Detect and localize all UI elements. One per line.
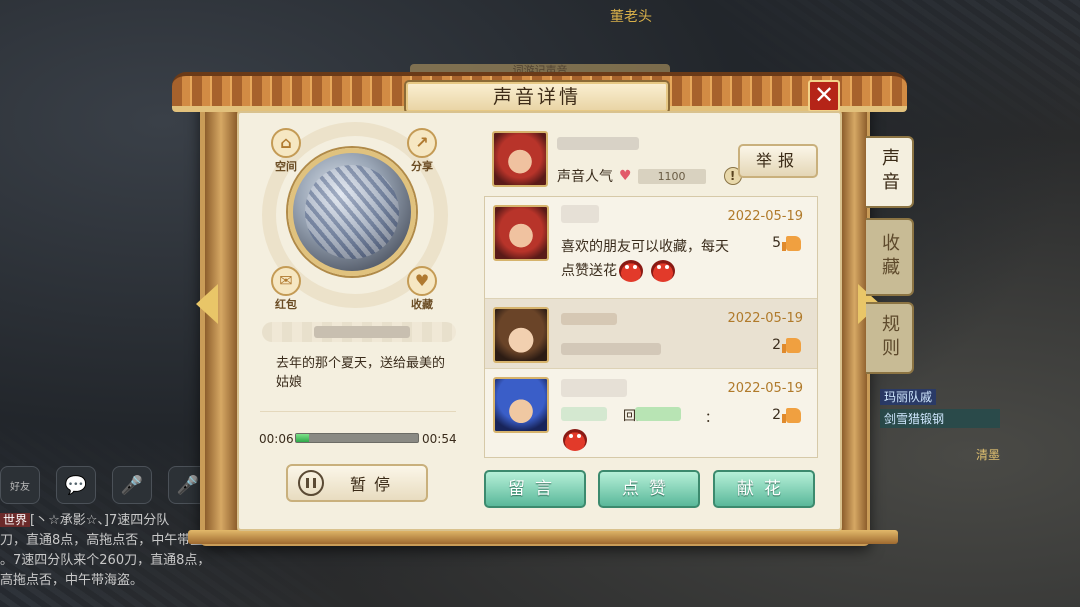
- tab-favorites[interactable]: 收藏: [866, 218, 914, 296]
- frame-pillar-right: [842, 110, 867, 535]
- flower-emoji-icon: [619, 260, 643, 282]
- comment-text-blurred: [635, 407, 681, 421]
- popularity-value: 1100: [637, 168, 706, 184]
- player-labels: 玛丽队戚 剑雪猎锻钢 清墨: [880, 388, 1001, 463]
- comment-text: 喜欢的朋友可以收藏，每天点赞送花: [561, 235, 739, 283]
- favorite-button[interactable]: ♥ 收藏: [402, 266, 442, 312]
- chat-icon[interactable]: 💬: [56, 466, 96, 504]
- popularity: 声音人气 ♥ 1100 !: [557, 166, 742, 186]
- comment-list[interactable]: 2022-05-19 喜欢的朋友可以收藏，每天点赞送花 5 2022-05-19…: [484, 196, 818, 458]
- pause-button[interactable]: 暂停: [286, 464, 428, 502]
- comment-text-blurred: [561, 407, 607, 421]
- comment-colon: ：: [705, 411, 719, 426]
- commenter-name-blurred: [561, 379, 627, 397]
- divider: [260, 411, 456, 412]
- list-item: 2022-05-19 2: [485, 299, 817, 369]
- chat-line: 。7速四分队来个260刀，直通8点，: [0, 553, 211, 568]
- flower-emoji-icon: [651, 260, 675, 282]
- comment-date: 2022-05-19: [727, 381, 803, 396]
- commenter-name-blurred: [561, 313, 617, 325]
- chat-line: [丶☆承影☆、]7速四分队: [30, 513, 170, 528]
- comment-emoji: [561, 429, 587, 451]
- dialog-title: 声音详情: [404, 80, 670, 114]
- comment-date: 2022-05-19: [727, 311, 803, 326]
- frame-pillar-left: [205, 110, 237, 535]
- friends-button[interactable]: 好友: [0, 466, 40, 504]
- progress-fill: [296, 434, 310, 442]
- red-packet-button[interactable]: ✉ 红包: [266, 266, 306, 312]
- commenter-avatar[interactable]: [493, 205, 549, 261]
- owner-avatar[interactable]: [492, 131, 548, 187]
- player-guild: 剑雪猎锻钢: [880, 409, 1001, 428]
- owner-name-blurred: [557, 137, 639, 150]
- chat-line: 高拖点否，中午带海盗。: [0, 573, 144, 588]
- commenter-name-blurred: [561, 205, 599, 223]
- home-icon: ⌂: [271, 128, 301, 158]
- comment-like-count[interactable]: 2: [772, 337, 801, 353]
- player-name[interactable]: 玛丽队戚: [880, 389, 937, 405]
- voice-cover-image: [288, 148, 416, 276]
- comment-text-blurred: [561, 343, 661, 355]
- chat-channel-tag: 世界: [0, 513, 31, 527]
- comment-date: 2022-05-19: [727, 209, 803, 224]
- npc-name: 董老头: [610, 9, 652, 25]
- voice-icon[interactable]: 🎤: [112, 466, 152, 504]
- red-packet-icon: ✉: [271, 266, 301, 296]
- tab-rules[interactable]: 规则: [866, 302, 914, 374]
- close-button[interactable]: ✕: [808, 80, 840, 112]
- thumbs-up-icon: [782, 337, 801, 353]
- playback-progress-bar[interactable]: [295, 433, 419, 443]
- list-item: 2022-05-19 喜欢的朋友可以收藏，每天点赞送花 5: [485, 197, 817, 299]
- space-button[interactable]: ⌂ 空间: [266, 128, 306, 174]
- player-name[interactable]: 清墨: [976, 446, 1000, 463]
- report-button[interactable]: 举报: [738, 144, 818, 178]
- voice-description: 去年的那个夏天，送给最美的姑娘: [276, 356, 446, 390]
- leave-message-button[interactable]: 留言: [484, 470, 586, 508]
- share-icon: ↗: [407, 128, 437, 158]
- list-item: 2022-05-19 回复 ： 2: [485, 369, 817, 457]
- popularity-label: 声音人气: [557, 169, 613, 185]
- commenter-avatar[interactable]: [493, 307, 549, 363]
- like-button[interactable]: 点赞: [598, 470, 700, 508]
- share-button[interactable]: ↗ 分享: [402, 128, 442, 174]
- uploader-name-blurred: [314, 326, 410, 338]
- heart-icon: ♥: [619, 168, 632, 184]
- emoji-icon: [563, 429, 587, 451]
- total-time: 00:54: [422, 432, 457, 446]
- frame-base: [188, 530, 898, 544]
- pause-label: 暂停: [350, 475, 399, 494]
- tab-voice[interactable]: 声音: [866, 136, 914, 208]
- current-time: 00:06: [259, 432, 294, 446]
- comment-like-count[interactable]: 5: [772, 235, 801, 251]
- bottom-shortcuts: 好友 💬 🎤 🎤: [0, 466, 208, 504]
- send-flower-button[interactable]: 献花: [713, 470, 815, 508]
- thumbs-up-icon: [782, 235, 801, 251]
- pause-icon: [298, 470, 324, 496]
- heart-icon: ♥: [407, 266, 437, 296]
- thumbs-up-icon: [782, 407, 801, 423]
- comment-like-count[interactable]: 2: [772, 407, 801, 423]
- commenter-avatar[interactable]: [493, 377, 549, 433]
